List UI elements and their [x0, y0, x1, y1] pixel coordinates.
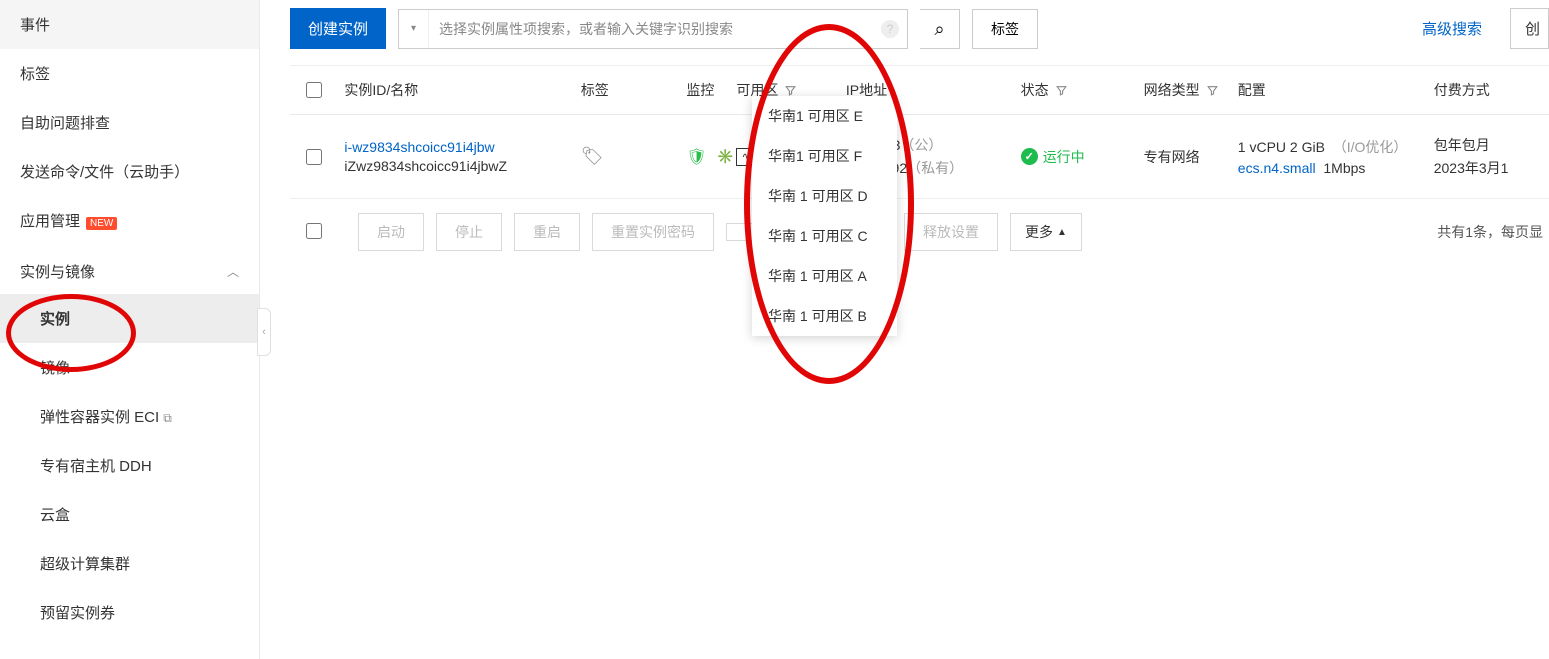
- sidebar-item-scc[interactable]: 超级计算集群: [0, 539, 259, 588]
- sidebar-item-ddh[interactable]: 专有宿主机 DDH: [0, 441, 259, 490]
- plugin-icon[interactable]: ✳️: [717, 148, 734, 165]
- filter-icon[interactable]: [1055, 84, 1068, 97]
- search-input[interactable]: [429, 21, 881, 37]
- billing-expire: 2023年3月1: [1434, 158, 1549, 178]
- create-instance-button[interactable]: 创建实例: [290, 8, 386, 49]
- sidebar-item-reserved[interactable]: 预留实例券: [0, 588, 259, 637]
- sidebar-item-cloudbox[interactable]: 云盒: [0, 490, 259, 539]
- zone-option[interactable]: 华南 1 可用区 D: [752, 176, 897, 216]
- col-monitor[interactable]: 监控: [686, 80, 736, 100]
- config-spec: 1 vCPU 2 GiB （I/O优化）: [1238, 137, 1434, 157]
- zone-option[interactable]: 华南 1 可用区 C: [752, 216, 897, 256]
- sidebar-item-tags[interactable]: 标签: [0, 49, 259, 98]
- advanced-search-link[interactable]: 高级搜索: [1422, 18, 1482, 39]
- zone-filter-dropdown: 华南1 可用区 E 华南1 可用区 F 华南 1 可用区 D 华南 1 可用区 …: [752, 96, 897, 336]
- sidebar-item-cloud-assistant[interactable]: 发送命令/文件（云助手）: [0, 147, 259, 196]
- table-row: i-wz9834shcoicc91i4jbw iZwz9834shcoicc91…: [290, 115, 1549, 199]
- tags-button[interactable]: 标签: [972, 9, 1038, 49]
- search-icon: ⌕: [934, 19, 944, 40]
- col-id[interactable]: 实例ID/名称: [344, 80, 580, 100]
- col-billing[interactable]: 付费方式: [1434, 80, 1549, 100]
- sidebar-section-instances-images[interactable]: 实例与镜像 ︿: [0, 245, 259, 294]
- chevron-up-icon: ︿: [227, 263, 239, 280]
- bulk-select-checkbox[interactable]: [306, 223, 322, 239]
- col-tag[interactable]: 标签: [581, 80, 687, 100]
- sidebar: 事件 标签 自助问题排查 发送命令/文件（云助手） 应用管理NEW 实例与镜像 …: [0, 0, 260, 659]
- create-button-right[interactable]: 创: [1510, 8, 1549, 49]
- sidebar-item-images[interactable]: 镜像: [0, 343, 259, 392]
- sidebar-item-app-mgmt[interactable]: 应用管理NEW: [0, 196, 259, 245]
- col-status[interactable]: 状态: [1021, 80, 1144, 100]
- tag-icon[interactable]: 🏷: [581, 146, 604, 167]
- bulk-more-button[interactable]: 更多▲: [1010, 213, 1082, 251]
- search-dropdown-trigger[interactable]: ▾: [399, 10, 429, 48]
- zone-option[interactable]: 华南 1 可用区 B: [752, 296, 897, 336]
- shield-icon[interactable]: 🛡: [686, 147, 706, 167]
- bulk-start-button[interactable]: 启动: [358, 213, 424, 251]
- network-type: 专有网络: [1144, 147, 1238, 167]
- search-box: ▾ ?: [398, 9, 908, 49]
- zone-option[interactable]: 华南 1 可用区 A: [752, 256, 897, 296]
- filter-icon[interactable]: [784, 84, 797, 97]
- search-button[interactable]: ⌕: [920, 9, 960, 49]
- col-config[interactable]: 配置: [1238, 80, 1434, 100]
- bulk-restart-button[interactable]: 重启: [514, 213, 580, 251]
- sidebar-item-instances[interactable]: 实例: [0, 294, 259, 343]
- filter-icon[interactable]: [1206, 84, 1219, 97]
- external-link-icon: ⧉: [163, 411, 172, 425]
- zone-option[interactable]: 华南1 可用区 F: [752, 136, 897, 176]
- sidebar-collapse-toggle[interactable]: ‹: [257, 308, 271, 356]
- select-all-checkbox[interactable]: [306, 82, 322, 98]
- instance-type-link[interactable]: ecs.n4.small: [1238, 160, 1316, 176]
- instance-name: iZwz9834shcoicc91i4jbwZ: [344, 158, 580, 174]
- row-checkbox[interactable]: [306, 149, 322, 165]
- zone-option[interactable]: 华南1 可用区 E: [752, 96, 897, 136]
- billing-method: 包年包月: [1434, 135, 1549, 155]
- sidebar-item-eci[interactable]: 弹性容器实例 ECI⧉: [0, 392, 259, 441]
- bulk-stop-button[interactable]: 停止: [436, 213, 502, 251]
- config-type: ecs.n4.small 1Mbps: [1238, 160, 1434, 176]
- table-header: 实例ID/名称 标签 监控 可用区 IP地址 状态 网络类型: [290, 66, 1549, 115]
- sidebar-item-events[interactable]: 事件: [0, 0, 259, 49]
- caret-up-icon: ▲: [1057, 227, 1067, 238]
- bulk-release-button[interactable]: 释放设置: [904, 213, 998, 251]
- toolbar: 创建实例 ▾ ? ⌕ 标签 高级搜索 创: [290, 8, 1549, 65]
- new-badge: NEW: [86, 217, 117, 230]
- instance-id-link[interactable]: i-wz9834shcoicc91i4jbw: [344, 139, 580, 155]
- main-content: 创建实例 ▾ ? ⌕ 标签 高级搜索 创 实例ID/名称 标签 监控 可用区 I…: [290, 0, 1549, 265]
- col-net[interactable]: 网络类型: [1144, 80, 1238, 100]
- bulk-actions: 启动 停止 重启 重置实例密码 包年包月 释放设置 更多▲ 共有1条，每页显: [290, 199, 1549, 265]
- status-text: 运行中: [1043, 147, 1085, 167]
- check-icon: ✓: [1021, 148, 1038, 165]
- bulk-resetpw-button[interactable]: 重置实例密码: [592, 213, 714, 251]
- help-icon[interactable]: ?: [881, 20, 899, 38]
- pagination-info: 共有1条，每页显: [1437, 222, 1549, 242]
- status-cell: ✓ 运行中: [1021, 147, 1144, 167]
- sidebar-item-diagnosis[interactable]: 自助问题排查: [0, 98, 259, 147]
- instance-table: 实例ID/名称 标签 监控 可用区 IP地址 状态 网络类型: [290, 65, 1549, 265]
